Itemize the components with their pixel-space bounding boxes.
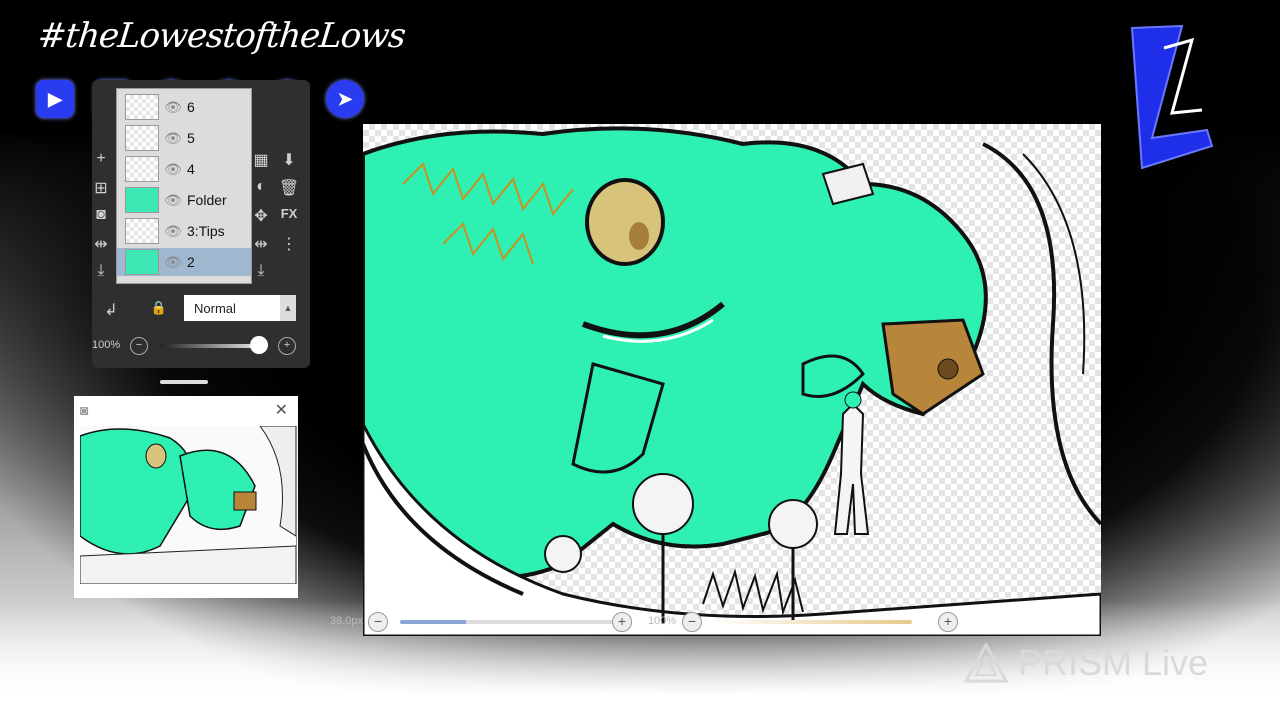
layer-list: 👁 6 👁 5 👁 4 👁 Folder 👁 3:Tips 👁 2 bbox=[116, 88, 252, 284]
layer-name: 6 bbox=[187, 99, 195, 115]
opacity-control: 100% − + bbox=[92, 336, 302, 356]
brush-opacity-plus-button[interactable]: + bbox=[938, 612, 958, 632]
brush-size-minus-button[interactable]: − bbox=[368, 612, 388, 632]
stream-hashtag: #theLowestoftheLows bbox=[35, 16, 407, 56]
merge-icon[interactable]: ⤓ bbox=[250, 262, 272, 280]
flip-horizontal-icon[interactable]: ⇹ bbox=[90, 234, 112, 254]
brush-controls-bar: 38.0px − + 100% − + bbox=[330, 612, 960, 632]
alpha-lock-icon[interactable]: 🔒 bbox=[148, 300, 170, 316]
blend-mode-value: Normal bbox=[194, 300, 236, 316]
brush-opacity-slider[interactable] bbox=[712, 620, 912, 624]
contrast-icon[interactable]: ◐ bbox=[250, 178, 272, 196]
layer-row[interactable]: 👁 3:Tips bbox=[117, 217, 251, 245]
visibility-eye-icon[interactable]: 👁 bbox=[159, 254, 187, 271]
layers-panel: 👁 6 👁 5 👁 4 👁 Folder 👁 3:Tips 👁 2 + ⊞ ◙ ⇹ ⤓ ▦ ⬇ ◐ 🗑… bbox=[92, 80, 310, 368]
youtube-icon: ▶ bbox=[36, 80, 74, 118]
navigator-preview bbox=[80, 426, 297, 584]
layer-row[interactable]: 👁 4 bbox=[117, 155, 251, 183]
visibility-eye-icon[interactable]: 👁 bbox=[159, 99, 187, 116]
minus-icon[interactable]: − bbox=[130, 337, 148, 355]
prism-logo-icon bbox=[964, 643, 1008, 683]
brush-opacity-value: 100% bbox=[648, 615, 677, 627]
brush-size-slider[interactable] bbox=[400, 620, 620, 624]
layer-thumbnail bbox=[125, 249, 159, 275]
download-icon[interactable]: ⬇ bbox=[278, 150, 300, 170]
prism-live-watermark: PRISM Live bbox=[964, 642, 1208, 684]
layer-row[interactable]: 👁 Folder bbox=[117, 186, 251, 214]
opacity-slider-knob[interactable] bbox=[250, 336, 268, 354]
layer-name: 4 bbox=[187, 161, 195, 177]
opacity-slider[interactable] bbox=[160, 344, 262, 348]
layer-thumbnail bbox=[125, 156, 159, 182]
opacity-value: 100% bbox=[92, 339, 121, 351]
add-layer-icon[interactable]: + bbox=[90, 150, 112, 168]
layer-name: 3:Tips bbox=[187, 223, 225, 239]
channel-logo bbox=[1130, 24, 1214, 170]
camera-icon[interactable]: ◙ bbox=[80, 402, 88, 418]
move-icon[interactable]: ✥ bbox=[250, 206, 272, 226]
more-options-icon[interactable]: ⋮ bbox=[278, 234, 300, 254]
watermark-text: PRISM Live bbox=[1018, 642, 1209, 683]
checker-icon[interactable]: ▦ bbox=[250, 150, 272, 170]
layer-thumbnail bbox=[125, 94, 159, 120]
layer-thumbnail bbox=[125, 125, 159, 151]
layer-thumbnail bbox=[125, 187, 159, 213]
layer-name: 5 bbox=[187, 130, 195, 146]
visibility-eye-icon[interactable]: 👁 bbox=[159, 223, 187, 240]
close-icon[interactable]: ✕ bbox=[275, 400, 288, 420]
visibility-eye-icon[interactable]: 👁 bbox=[159, 192, 187, 209]
layer-row[interactable]: 👁 5 bbox=[117, 124, 251, 152]
navigator-panel: ◙ ✕ bbox=[74, 396, 298, 598]
visibility-eye-icon[interactable]: 👁 bbox=[159, 130, 187, 147]
drawing-canvas[interactable] bbox=[363, 124, 1101, 636]
layer-thumbnail bbox=[125, 218, 159, 244]
layer-name: 2 bbox=[187, 254, 195, 270]
telegram-icon: ➤ bbox=[326, 80, 364, 118]
artwork bbox=[363, 126, 1101, 636]
brush-size-plus-button[interactable]: + bbox=[612, 612, 632, 632]
merge-down-icon[interactable]: ⤓ bbox=[90, 262, 112, 280]
clipping-icon[interactable]: ↲ bbox=[100, 300, 122, 320]
fx-button[interactable]: FX bbox=[278, 206, 300, 221]
blend-mode-select[interactable]: Normal ▲ bbox=[184, 295, 296, 321]
visibility-eye-icon[interactable]: 👁 bbox=[159, 161, 187, 178]
layer-name: Folder bbox=[187, 192, 227, 208]
camera-icon[interactable]: ◙ bbox=[90, 206, 112, 224]
panel-drag-handle[interactable] bbox=[160, 380, 208, 384]
chevron-up-icon: ▲ bbox=[280, 295, 296, 321]
plus-icon[interactable]: + bbox=[278, 337, 296, 355]
add-folder-icon[interactable]: ⊞ bbox=[90, 178, 112, 198]
trash-icon[interactable]: 🗑 bbox=[278, 178, 300, 198]
brush-opacity-minus-button[interactable]: − bbox=[682, 612, 702, 632]
flip-icon[interactable]: ⇹ bbox=[250, 234, 272, 254]
layer-row[interactable]: 👁 2 bbox=[117, 248, 251, 276]
layer-row[interactable]: 👁 6 bbox=[117, 93, 251, 121]
brush-size-value: 38.0px bbox=[330, 615, 364, 627]
